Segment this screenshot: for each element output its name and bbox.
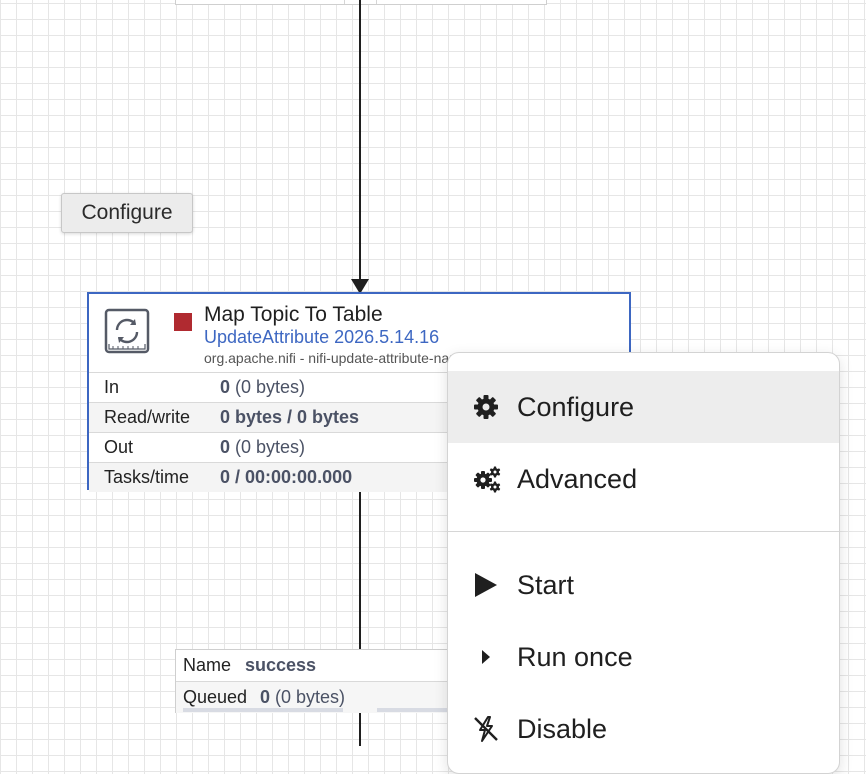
stat-value-bold: 0: [220, 377, 231, 397]
connection-name-label: Name: [183, 655, 232, 675]
stopped-state-icon: [174, 313, 192, 331]
stat-value-rest: (0 bytes): [230, 377, 306, 397]
gears-icon: [472, 465, 501, 493]
stat-value-bold: 0: [220, 437, 231, 457]
flash-off-icon: [472, 715, 500, 743]
menu-item-label: Advanced: [517, 464, 638, 494]
connection-name-value: success: [245, 655, 317, 675]
play-icon: [472, 571, 500, 599]
stat-value: 0 (0 bytes): [220, 373, 305, 402]
caret-right-icon: [472, 643, 500, 671]
stat-label: In: [104, 377, 120, 397]
menu-item-label: Start: [517, 570, 575, 600]
queue-progress-bar: [183, 708, 343, 712]
processor-name: Map Topic To Table: [204, 303, 383, 326]
stat-label: Out: [104, 437, 134, 457]
menu-divider: [448, 531, 839, 532]
connection-line[interactable]: [359, 0, 361, 282]
connection-name-row: Name success: [176, 650, 474, 681]
menu-item-disable[interactable]: Disable: [448, 693, 839, 765]
gear-icon: [472, 393, 500, 421]
context-menu: Configure Advanced Start Run once Disabl…: [447, 352, 840, 774]
queued-size: (0 bytes): [270, 687, 346, 707]
queued-count: 0: [260, 687, 271, 707]
stat-value-bold: 0 bytes / 0 bytes: [220, 407, 360, 427]
upstream-connection-label[interactable]: [175, 0, 547, 5]
menu-item-advanced[interactable]: Advanced: [448, 443, 839, 515]
stat-label: Tasks/time: [104, 467, 190, 487]
menu-item-configure[interactable]: Configure: [448, 371, 839, 443]
menu-item-label: Disable: [517, 714, 608, 744]
menu-item-start[interactable]: Start: [448, 549, 839, 621]
menu-item-run-once[interactable]: Run once: [448, 621, 839, 693]
processor-bundle: org.apache.nifi - nifi-update-attribute-…: [204, 350, 454, 366]
processor-type: UpdateAttribute 2026.5.14.16: [204, 327, 440, 347]
divider: [376, 0, 377, 4]
menu-item-label: Run once: [517, 642, 633, 672]
stat-label: Read/write: [104, 407, 191, 427]
stat-value: 0 bytes / 0 bytes: [220, 403, 359, 432]
stat-value-rest: (0 bytes): [230, 437, 306, 457]
configure-tooltip: Configure: [61, 193, 193, 233]
divider: [344, 0, 345, 4]
stat-value: 0 / 00:00:00.000: [220, 463, 352, 492]
connection-label[interactable]: Name success Queued 0 (0 bytes): [175, 649, 475, 713]
menu-item-label: Configure: [517, 392, 635, 422]
stat-value-bold: 0 / 00:00:00.000: [220, 467, 353, 487]
processor-icon: [104, 308, 150, 354]
stat-value: 0 (0 bytes): [220, 433, 305, 462]
